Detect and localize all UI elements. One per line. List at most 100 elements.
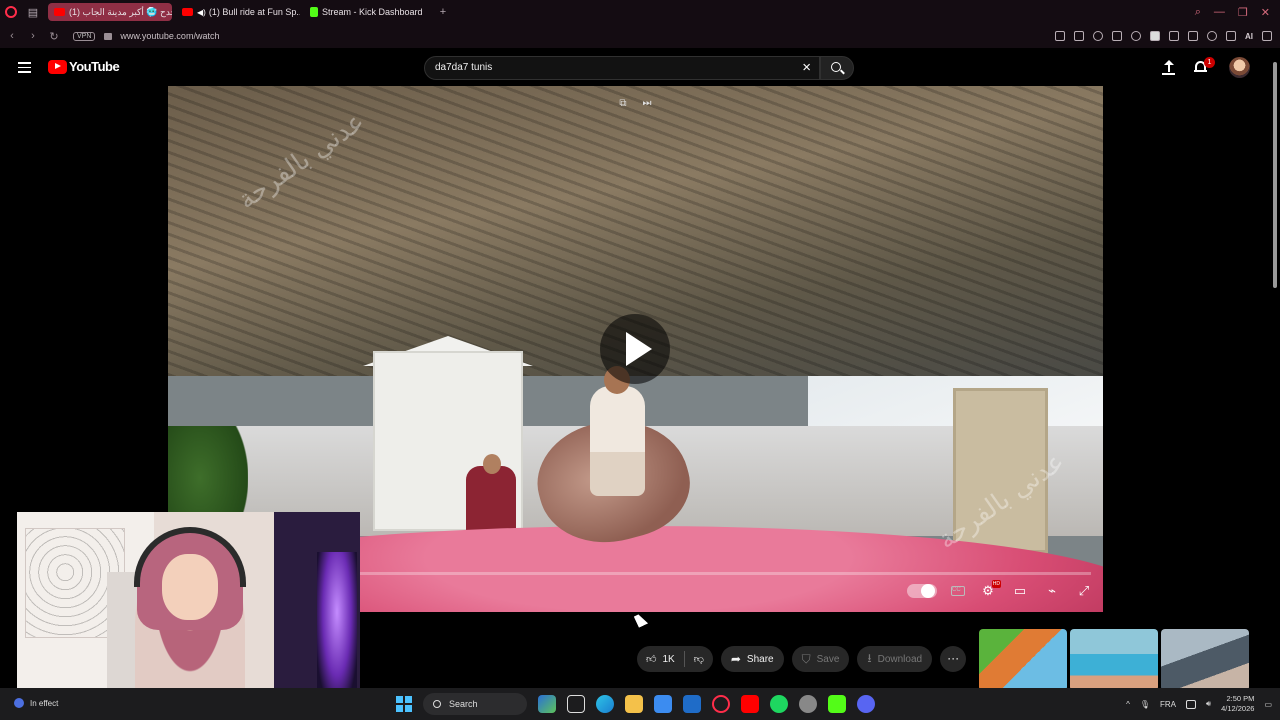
start-windows-icon[interactable] [396, 696, 412, 712]
microphone-icon[interactable]: 🎙︎ [1140, 700, 1150, 709]
language-indicator[interactable]: FRA [1160, 700, 1176, 709]
related-video-thumbnail[interactable] [979, 629, 1067, 691]
download-button[interactable]: ⭳ Download [857, 646, 933, 672]
vpn-badge[interactable]: VPN [73, 31, 96, 41]
display-icon[interactable] [1186, 699, 1197, 709]
back-icon[interactable]: ‹ [3, 30, 21, 42]
volume-icon[interactable]: 🔊︎ [1206, 699, 1211, 709]
youtube-play-logo-icon [48, 59, 67, 74]
tab-title: (1) دحدح 🥶 أكبر مدينة الجاب [69, 6, 172, 17]
reload-icon[interactable]: ↻ [45, 30, 63, 43]
autoplay-toggle[interactable] [907, 584, 937, 598]
download-label: Download [877, 653, 923, 665]
window-controls: ⌕ — ❐ ✕ [1195, 0, 1270, 24]
opera-gx-icon[interactable] [712, 695, 730, 713]
browser-tab-youtube-active[interactable]: (1) دحدح 🥶 أكبر مدينة الجاب [48, 3, 172, 21]
kick-app-icon[interactable] [828, 695, 846, 713]
webcam-overlay [17, 512, 360, 706]
share-icon: ➦ [730, 652, 741, 666]
task-view-icon[interactable] [567, 695, 585, 713]
youtube-favicon-icon [182, 8, 193, 16]
heart-icon[interactable] [1131, 31, 1141, 41]
like-button[interactable]: 👍︎ 1K [637, 646, 684, 672]
dislike-button[interactable]: 👎︎ [685, 646, 713, 672]
notification-center-icon[interactable]: ▭ [1264, 700, 1272, 709]
play-button[interactable] [600, 314, 670, 384]
youtube-favicon-icon [54, 8, 65, 16]
search-box[interactable]: × [424, 56, 820, 80]
fullscreen-icon[interactable]: ⤢ [1075, 582, 1093, 600]
puzzle-icon[interactable] [1169, 31, 1179, 41]
settings-gear-icon[interactable]: ⚙ HD [979, 580, 1001, 600]
youtube-app-icon[interactable] [741, 695, 759, 713]
lock-icon[interactable] [104, 32, 113, 40]
forward-icon[interactable]: › [24, 30, 42, 42]
player-controls-right: CC ⚙ HD ▭ ⌁ ⤢ [907, 580, 1093, 600]
widgets-app-icon[interactable] [538, 695, 556, 713]
snapshot-icon[interactable] [1074, 31, 1084, 41]
related-video-thumbnail[interactable] [1070, 629, 1158, 691]
clear-search-icon[interactable]: × [802, 59, 811, 76]
speaker-icon[interactable]: ◀) [197, 8, 206, 17]
cast-icon[interactable]: ⌁ [1043, 582, 1061, 600]
file-explorer-icon[interactable] [625, 695, 643, 713]
spotify-icon[interactable] [770, 695, 788, 713]
menu-icon[interactable] [18, 62, 31, 73]
save-button[interactable]: ⛉ Save [791, 646, 850, 672]
theater-mode-icon[interactable]: ▭ [1011, 582, 1029, 600]
browser-tab-kick[interactable]: Stream - Kick Dashboard [304, 3, 428, 21]
webcam-led-light [317, 552, 357, 702]
search-icon [433, 700, 441, 708]
browser-tab-bull-ride[interactable]: ◀) (1) Bull ride at Fun Sp... [176, 3, 300, 21]
create-upload-icon[interactable] [1162, 60, 1175, 76]
edge-browser-icon[interactable] [596, 695, 614, 713]
new-tab-button[interactable]: + [432, 0, 454, 24]
clock[interactable]: 2:50 PM 4/12/2026 [1221, 694, 1254, 714]
cube-icon[interactable] [1188, 31, 1198, 41]
tray-overflow-icon[interactable]: ^ [1126, 700, 1130, 709]
easy-setup-icon[interactable] [1262, 31, 1272, 41]
skip-next-icon[interactable]: ⏭ [641, 98, 653, 110]
thumbs-down-icon: 👎︎ [693, 654, 704, 665]
bookmark-icon: ⛉ [801, 651, 811, 666]
tab-title: (1) Bull ride at Fun Sp... [208, 7, 300, 17]
webcam-chair [107, 572, 137, 706]
mouse-cursor [633, 612, 649, 628]
search-input[interactable] [435, 62, 785, 73]
widgets-status[interactable]: In effect [14, 698, 58, 708]
captions-button[interactable]: CC [951, 586, 965, 596]
obs-icon[interactable] [799, 695, 817, 713]
related-videos-strip [979, 629, 1249, 691]
ai-button[interactable]: AI [1245, 32, 1253, 41]
download-icon[interactable] [1226, 31, 1236, 41]
shield-icon[interactable] [1093, 31, 1103, 41]
discord-icon[interactable] [857, 695, 875, 713]
scrollbar-thumb[interactable] [1273, 62, 1277, 288]
related-video-thumbnail[interactable] [1161, 629, 1249, 691]
share-label: Share [746, 653, 774, 665]
more-actions-button[interactable]: ··· [940, 646, 967, 672]
opera-menu-icon[interactable] [0, 0, 22, 24]
share-button[interactable]: ➦ Share [720, 646, 784, 672]
extension-icon[interactable] [1150, 31, 1160, 41]
play-cast-icon[interactable] [1112, 31, 1122, 41]
address-bar: ‹ › ↻ VPN www.youtube.com/watch AI [0, 24, 1280, 48]
youtube-logo[interactable]: YouTube [48, 59, 120, 74]
miniplayer-icon[interactable]: ⧉ [617, 98, 629, 110]
restore-icon[interactable]: ❐ [1238, 6, 1248, 19]
taskbar-search[interactable]: Search [423, 693, 527, 715]
thumbs-up-icon: 👍︎ [646, 654, 657, 665]
profile-icon[interactable] [1207, 31, 1217, 41]
outlook-icon[interactable] [683, 695, 701, 713]
search-button[interactable] [820, 56, 854, 80]
hd-badge: HD [991, 580, 1001, 588]
search-tabs-icon[interactable]: ⌕ [1195, 6, 1201, 19]
pin-icon[interactable] [1055, 31, 1065, 41]
minimize-icon[interactable]: — [1214, 6, 1225, 18]
microsoft-store-icon[interactable] [654, 695, 672, 713]
tab-manager-icon[interactable]: ▤ [22, 0, 44, 24]
page-scrollbar[interactable] [1271, 48, 1280, 688]
url-field[interactable]: www.youtube.com/watch [120, 31, 219, 41]
close-window-icon[interactable]: ✕ [1261, 6, 1270, 19]
avatar[interactable] [1229, 57, 1250, 78]
